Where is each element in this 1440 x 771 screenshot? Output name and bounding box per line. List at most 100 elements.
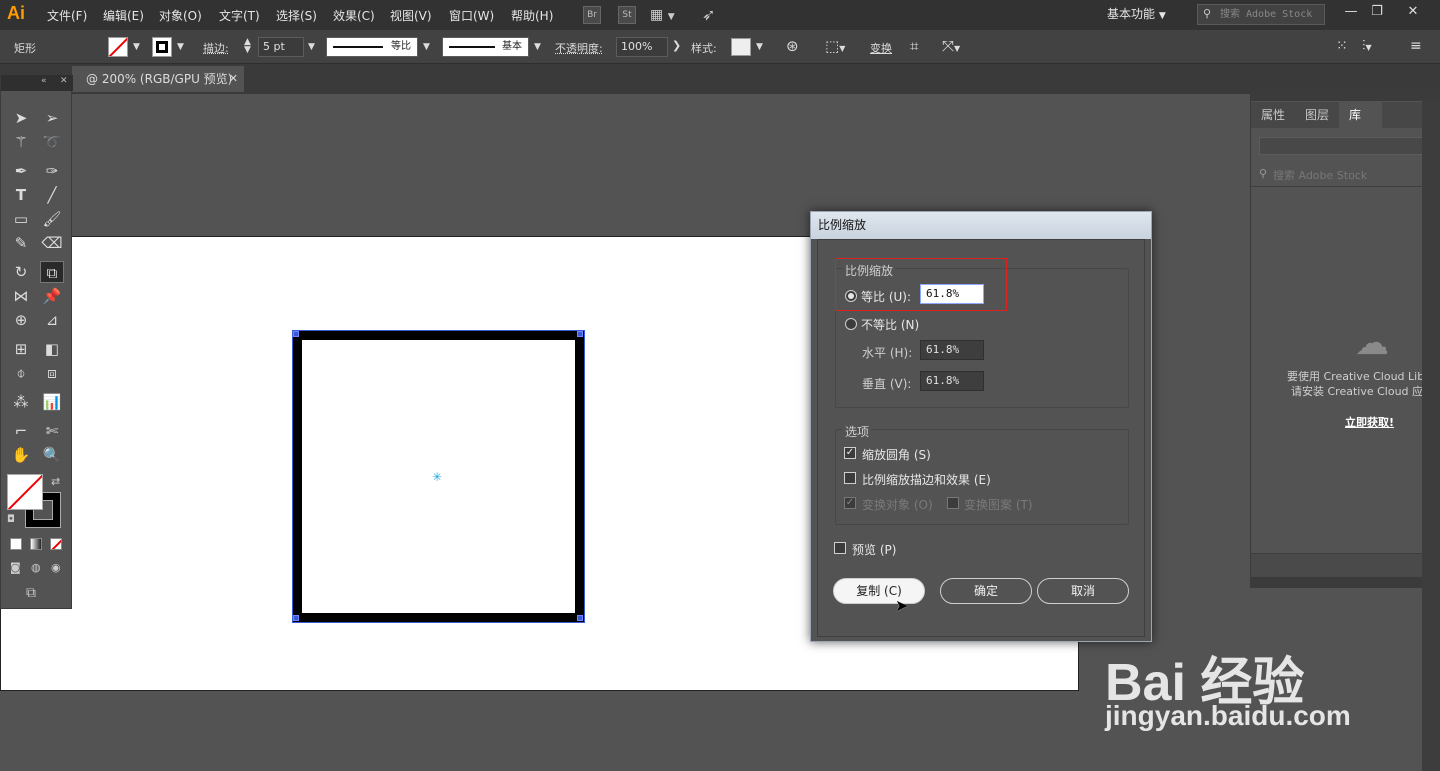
tab-properties[interactable]: 属性 [1251,102,1296,128]
distribute-icon[interactable]: ⫶▼ [1362,38,1372,54]
align-panel-icon[interactable]: ⁙ [1336,38,1348,54]
menu-object[interactable]: 对象(O) [159,7,202,24]
curvature-tool-icon[interactable]: ✑ [40,160,64,182]
menu-file[interactable]: 文件(F) [47,7,87,24]
vertical-scrollbar[interactable] [1422,100,1440,771]
stroke-stepper-icon[interactable]: ▲ ▼ [244,38,251,55]
brush-dropdown-icon[interactable]: ▼ [534,42,541,52]
none-mode-icon[interactable] [50,538,62,550]
copy-button[interactable]: 复制 (C) [833,578,925,604]
preview-checkbox[interactable] [834,542,846,554]
menu-help[interactable]: 帮助(H) [511,7,553,24]
anchor-point[interactable] [577,331,583,337]
align-icon[interactable]: ⬚▼ [825,37,845,55]
collapse-icon[interactable]: « [41,76,47,86]
graphic-style-swatch[interactable] [731,38,751,56]
gradient-mode-icon[interactable] [30,538,42,550]
anchor-point[interactable] [293,331,299,337]
style-dropdown-icon[interactable]: ▼ [756,42,763,52]
scale-corners-checkbox[interactable]: ✓ [844,447,856,459]
stroke-dropdown-icon[interactable]: ▼ [177,42,184,52]
opacity-expand-icon[interactable]: ❯ [672,39,681,52]
slice-tool-icon[interactable]: ✄ [40,420,64,442]
search-stock-input[interactable]: 搜索 Adobe Stock [1197,4,1325,25]
puppet-warp-tool-icon[interactable]: 📌 [40,285,64,307]
close-window-button[interactable]: ✕ [1398,1,1428,23]
screen-mode-icon[interactable]: ⧉ [26,585,36,601]
opacity-label[interactable]: 不透明度: [555,40,603,56]
close-tab-icon[interactable]: ✕ [229,66,238,92]
close-toolbox-icon[interactable]: ✕ [60,76,68,86]
opacity-input[interactable]: 100% [616,37,668,57]
artboard-tool-icon[interactable]: ⌐ [9,420,33,442]
toolbox-header[interactable]: « ✕ [1,75,73,91]
panel-search-input[interactable]: 搜索 Adobe Stock [1273,167,1367,183]
get-it-now-link[interactable]: 立即获取! [1345,414,1394,430]
rocket-icon[interactable]: ➶ [702,5,715,24]
anchor-point[interactable] [577,615,583,621]
stock-icon[interactable]: St [618,6,636,24]
mesh-tool-icon[interactable]: ⊞ [9,338,33,360]
stroke-label[interactable]: 描边: [203,40,229,56]
menu-select[interactable]: 选择(S) [276,7,317,24]
isolate-icon[interactable]: ⌗ [910,37,918,55]
puppet-warp-icon[interactable]: ⤧▼ [942,37,960,55]
scale-strokes-checkbox[interactable] [844,472,856,484]
panel-grip[interactable] [1251,91,1439,101]
brush-definition[interactable]: 基本 [442,37,529,57]
stroke-swatch[interactable] [152,37,172,57]
tab-layers[interactable]: 图层 [1295,102,1340,128]
stroke-weight-input[interactable]: 5 pt [258,37,304,57]
graph-tool-icon[interactable]: 📊 [40,391,64,413]
eraser-tool-icon[interactable]: ⌫ [40,232,64,254]
fill-swatch[interactable] [108,37,128,57]
panel-resize-grip[interactable] [1251,577,1439,587]
hand-tool-icon[interactable]: ✋ [9,444,33,466]
draw-normal-icon[interactable]: ◙ [10,561,21,574]
menu-view[interactable]: 视图(V) [390,7,432,24]
cancel-button[interactable]: 取消 [1037,578,1129,604]
zoom-tool-icon[interactable]: 🔍 [40,444,64,466]
transform-link[interactable]: 变换 [870,40,892,56]
scale-tool-icon[interactable]: ⧉ [40,261,64,283]
line-tool-icon[interactable]: ╱ [40,184,64,206]
uniform-scale-input[interactable]: 61.8% [920,284,984,304]
rotate-tool-icon[interactable]: ↻ [9,261,33,283]
menu-edit[interactable]: 编辑(E) [103,7,144,24]
nonuniform-radio[interactable] [845,318,857,330]
menu-effect[interactable]: 效果(C) [333,7,375,24]
rectangle-tool-icon[interactable]: ▭ [9,208,33,230]
stroke-weight-dropdown-icon[interactable]: ▼ [308,42,315,52]
horizontal-scale-input[interactable]: 61.8% [920,340,984,360]
restore-button[interactable]: ❐ [1362,1,1392,23]
width-tool-icon[interactable]: ⋈ [9,285,33,307]
gradient-tool-icon[interactable]: ◧ [40,338,64,360]
profile-dropdown-icon[interactable]: ▼ [423,42,430,52]
direct-selection-tool-icon[interactable]: ➢ [40,107,64,129]
vertical-scale-input[interactable]: 61.8% [920,371,984,391]
paintbrush-tool-icon[interactable]: 🖌 [40,208,64,230]
ok-button[interactable]: 确定 [940,578,1032,604]
dialog-title[interactable]: 比例缩放 [811,212,1151,239]
workspace-switcher[interactable]: 基本功能 ▼ [1097,4,1175,26]
reference-point-icon[interactable]: ✳ [432,470,442,484]
default-colors-icon[interactable]: ◘ [7,514,15,525]
selection-tool-icon[interactable]: ➤ [9,107,33,129]
fill-dropdown-icon[interactable]: ▼ [133,42,140,52]
shape-builder-tool-icon[interactable]: ⊕ [9,309,33,331]
type-tool-icon[interactable]: T [9,184,33,206]
bridge-icon[interactable]: Br [583,6,601,24]
recolor-artwork-icon[interactable]: ⊛ [786,37,799,55]
panel-menu-icon[interactable]: ≡ [1410,38,1422,54]
eyedropper-tool-icon[interactable]: ⌽ [9,362,33,384]
arrange-documents-icon[interactable]: ▦ ▼ [650,7,675,23]
magic-wand-tool-icon[interactable]: ⚚ [9,131,33,153]
menu-window[interactable]: 窗口(W) [449,7,494,24]
fill-color-box[interactable] [7,474,43,510]
swap-colors-icon[interactable]: ⇄ [51,475,60,488]
menu-type[interactable]: 文字(T) [219,7,260,24]
anchor-point[interactable] [293,615,299,621]
tab-libraries[interactable]: 库 [1339,102,1372,128]
shaper-tool-icon[interactable]: ✎ [9,232,33,254]
color-mode-icon[interactable] [10,538,22,550]
